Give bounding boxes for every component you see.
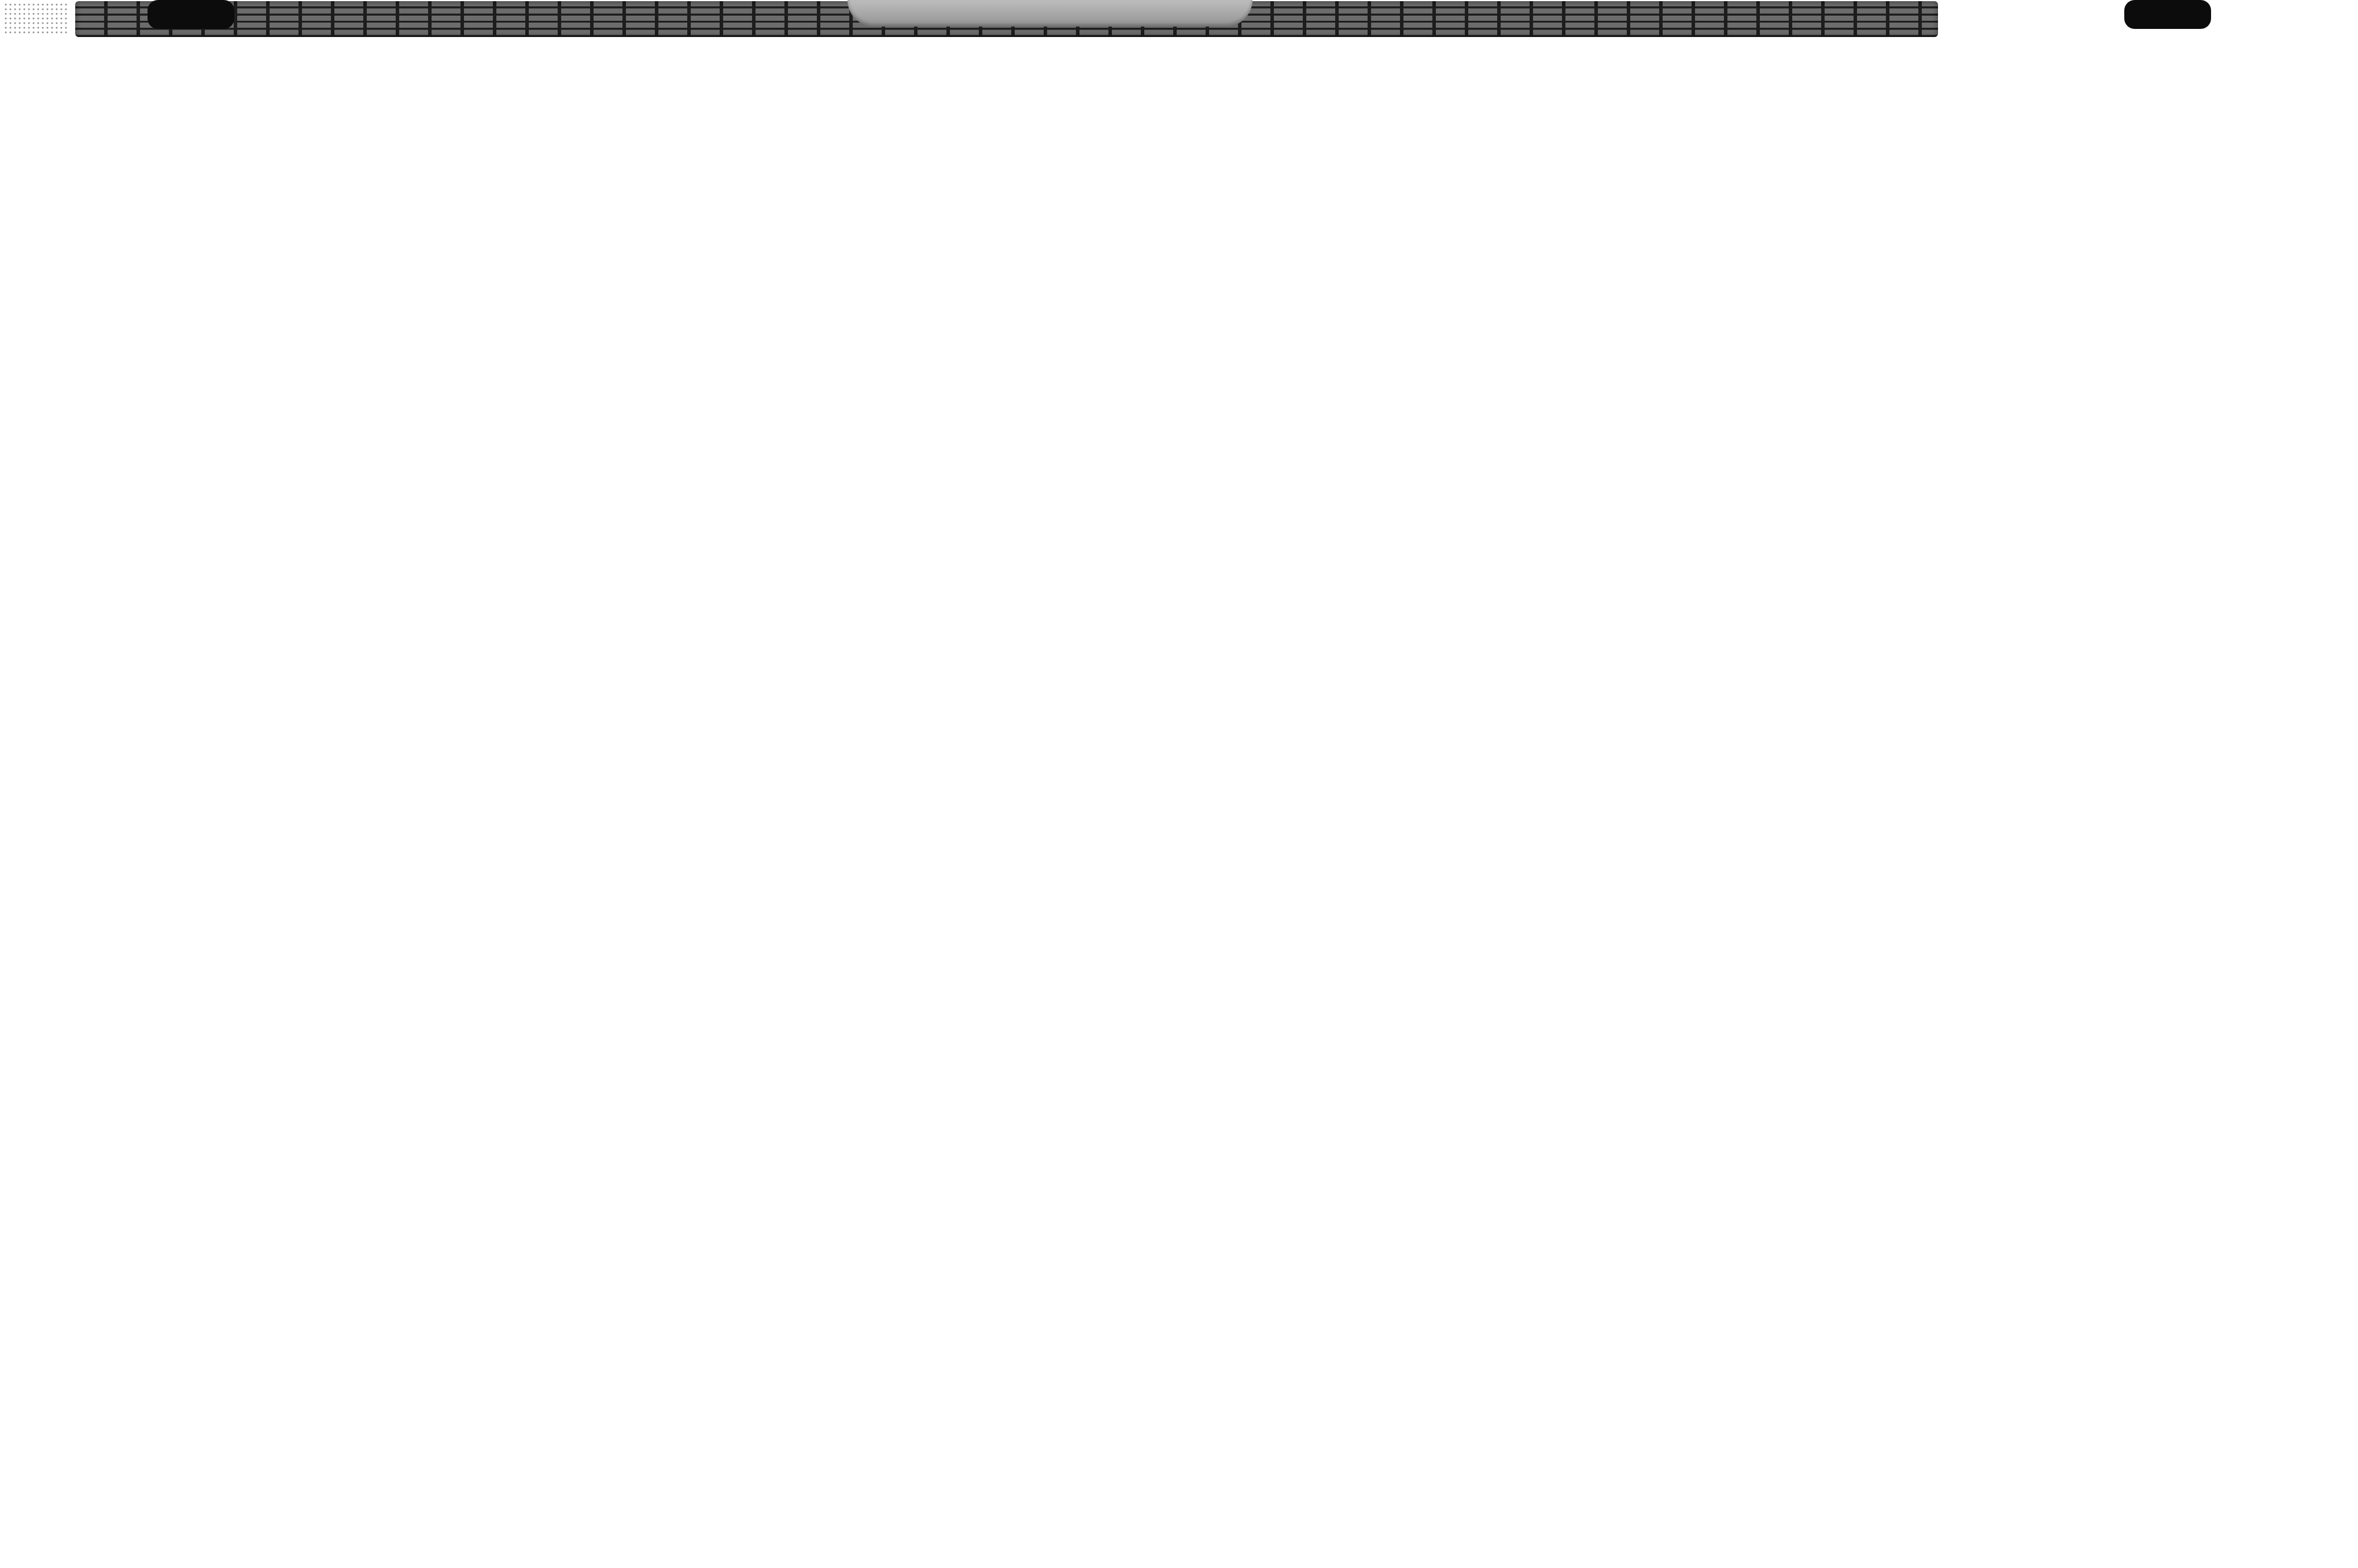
laptop-lid-lift-notch [848,0,1252,27]
laptop-foot-right [2124,0,2211,29]
laptop-foot-left [148,0,234,29]
speaker-grille-left-icon [3,2,68,36]
screenshot-canvas: Pavadinimas Pagrindinis Paslaugos Projek… [0,0,2358,1568]
